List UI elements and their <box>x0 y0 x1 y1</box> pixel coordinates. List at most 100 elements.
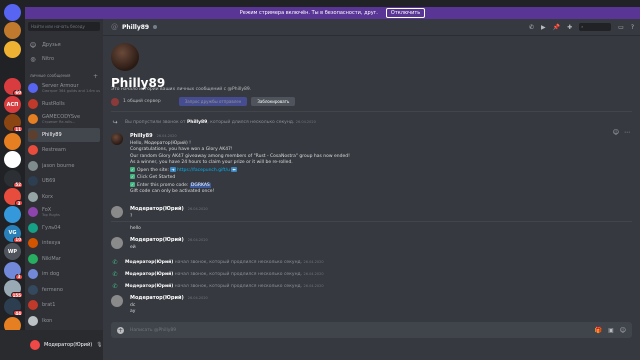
message-item: Philly89 26.04.2020 Hello, Модератор(Юри… <box>111 133 350 194</box>
create-dm-button[interactable]: + <box>93 73 98 80</box>
dm-name: fermeno <box>42 286 63 293</box>
attach-plus-icon[interactable]: + <box>117 326 124 334</box>
dm-item[interactable]: FoX Top Rughs <box>28 205 100 219</box>
composer-tools: 🎁 ▣ ☺ <box>595 327 626 334</box>
mutual-servers-label[interactable]: 1 общий сервер <box>123 99 161 104</box>
call-user[interactable]: Модератор(Юрий) <box>125 284 173 289</box>
header-search-input[interactable]: ⌕ <box>579 23 612 31</box>
nav-nitro[interactable]: ◎ Nitro <box>29 53 99 65</box>
inbox-icon[interactable]: ▭ <box>618 24 624 31</box>
user-avatar[interactable] <box>30 340 40 350</box>
dm-avatar <box>28 284 38 295</box>
message-avatar[interactable] <box>111 295 123 307</box>
server-icon[interactable]: 3 <box>4 188 23 206</box>
dm-item[interactable]: brat1 <box>28 298 100 312</box>
call-time: 26.04.2020 <box>303 284 324 288</box>
dm-item[interactable]: Гуль04 <box>28 221 100 235</box>
server-icon[interactable]: 60 <box>4 77 23 96</box>
more-options-icon[interactable]: ⋯ <box>624 129 630 136</box>
call-text: начал звонок, который продлился нескольк… <box>174 272 303 277</box>
server-icon[interactable]: 44 <box>4 298 23 317</box>
call-user[interactable]: Модератор(Юрий) <box>125 272 173 277</box>
server-icon[interactable] <box>4 132 21 150</box>
message-line: Hello, Модератор(Юрий) ! <box>130 140 191 146</box>
message-author[interactable]: Модератор(Юрий) <box>130 295 184 301</box>
header-toolbar: ✆ ▶ 📌 ✚ ⌕ ▭ ? <box>529 23 634 31</box>
help-icon[interactable]: ? <box>631 24 634 31</box>
dm-item[interactable]: NikiMar <box>28 252 100 266</box>
dm-item[interactable]: Korx <box>28 190 100 204</box>
server-icon[interactable]: 11 <box>4 114 23 133</box>
message-line: Our random Glory AK47 giveaway among mem… <box>130 153 350 159</box>
message-author[interactable]: Модератор(Юрий) <box>130 237 184 243</box>
dm-header-label: личные сообщения <box>30 73 71 78</box>
dm-avatar <box>28 83 38 93</box>
scam-link[interactable]: https://facepunch.gift/u <box>177 168 230 173</box>
add-friend-icon[interactable]: ✚ <box>567 24 572 31</box>
server-icon[interactable]: 3 <box>4 261 23 280</box>
dm-avatar <box>28 114 38 124</box>
message-line: hello <box>130 226 141 231</box>
gift-icon[interactable]: 🎁 <box>595 327 602 334</box>
call-row: ✆ Модератор(Юрий) начал звонок, который … <box>111 283 324 290</box>
server-icon[interactable] <box>4 4 21 21</box>
server-icon[interactable]: VG 10 <box>4 224 23 243</box>
server-icon[interactable]: АСП <box>4 96 21 113</box>
server-icon[interactable]: 52 <box>4 169 23 188</box>
dm-section-header: личные сообщения + <box>30 73 98 80</box>
call-icon[interactable]: ✆ <box>529 24 534 31</box>
missed-call-user[interactable]: Philly89 <box>187 120 207 125</box>
server-icon[interactable] <box>4 206 21 224</box>
mic-icon[interactable]: 🎙 <box>96 342 102 348</box>
server-icon[interactable] <box>4 59 21 77</box>
dm-item[interactable]: intexya <box>28 236 100 250</box>
nav-friends[interactable]: ☺ Друзья <box>29 39 99 51</box>
mutual-server-icon <box>111 97 119 106</box>
add-reaction-icon[interactable]: ☺ <box>613 129 619 136</box>
message-composer[interactable]: + Написать @Philly89 🎁 ▣ ☺ <box>111 322 632 338</box>
dm-avatar <box>28 222 38 233</box>
dm-item[interactable]: jason bourne <box>28 159 100 173</box>
dm-item[interactable]: UB69 <box>28 174 100 188</box>
message-avatar[interactable] <box>111 237 123 249</box>
block-button[interactable]: Заблокировать <box>251 97 296 106</box>
dm-item[interactable]: Server Armour Смотрит 364 guilds and 1.6m… <box>28 81 100 95</box>
find-conversation-input[interactable]: Найти или начать беседу <box>28 22 100 31</box>
mention-badge: 52 <box>13 181 23 188</box>
emoji-icon[interactable]: ☺ <box>620 327 626 334</box>
dm-item[interactable]: GAMECODYSve Стримит Re-rolls... <box>28 112 100 126</box>
message-item: Модератор(Юрий) 26.04.2020 ей <box>111 237 208 250</box>
dm-item[interactable]: im dog <box>28 267 100 281</box>
site-prefix: Open the site: <box>137 167 169 173</box>
message-avatar[interactable] <box>111 206 123 218</box>
server-icon[interactable] <box>4 40 21 58</box>
dm-avatar <box>28 98 38 109</box>
message-author[interactable]: Модератор(Юрий) <box>130 206 184 212</box>
message-author[interactable]: Philly89 <box>130 133 153 139</box>
disable-streamer-button[interactable]: Отключить <box>385 8 426 18</box>
dm-item[interactable]: Restream <box>28 143 100 157</box>
dm-item[interactable]: RustRolls <box>28 97 100 111</box>
message-avatar[interactable] <box>111 133 123 145</box>
server-icon[interactable] <box>4 151 21 169</box>
dm-status: Смотрит 364 guilds and 1.6m us... <box>42 89 100 93</box>
server-icon[interactable]: 155 <box>4 280 23 298</box>
message-input[interactable]: Написать @Philly89 <box>130 328 589 333</box>
dm-item[interactable]: fermeno <box>28 283 100 297</box>
video-icon[interactable]: ▶ <box>541 24 546 31</box>
missed-call-prefix: Вы пропустили звонок от <box>125 120 186 125</box>
dm-avatar <box>28 160 38 171</box>
mention-badge: 60 <box>13 89 23 96</box>
dm-item[interactable]: lkon <box>28 314 100 328</box>
gif-icon[interactable]: ▣ <box>608 327 614 334</box>
friend-request-sent-button[interactable]: Запрос дружбы отправлен <box>178 97 248 106</box>
pin-icon[interactable]: 📌 <box>553 24 560 31</box>
dm-name: RustRolls <box>42 100 65 107</box>
server-icon[interactable]: WP <box>4 243 21 261</box>
call-user[interactable]: Модератор(Юрий) <box>125 260 173 265</box>
server-icon[interactable] <box>4 22 21 40</box>
mention-badge: 3 <box>15 200 23 206</box>
dm-item[interactable]: Philly89 <box>28 127 100 142</box>
server-label: WP <box>7 248 18 255</box>
missed-call-row: ↪ Вы пропустили звонок от Philly89, кото… <box>111 119 315 126</box>
